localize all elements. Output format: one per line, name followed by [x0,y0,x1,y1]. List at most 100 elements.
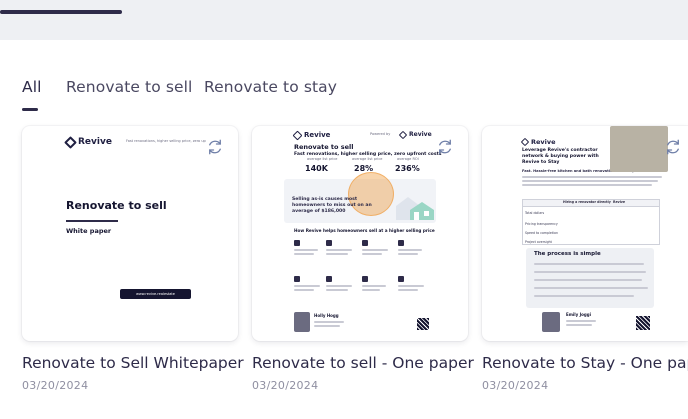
table-row: Pricing transparency [523,220,659,229]
comparison-table: Hiring a renovator directly Revive Total… [522,199,660,245]
feature-icon [326,240,332,246]
table-header-cell: Revive [613,200,626,204]
feature-text-line [362,253,382,255]
feature-text-line [294,253,314,255]
refresh-icon[interactable] [206,138,224,156]
table-row: Total dollars [523,207,659,220]
card-date: 03/20/2024 [482,379,549,392]
process-step [534,263,644,265]
stat-label-2: average list price [352,157,383,161]
feature-text-line [326,289,348,291]
refresh-icon[interactable] [664,138,682,156]
feature-icon [294,276,300,282]
qr-code [417,318,429,330]
table-row: Speed to completion [523,229,659,238]
process-title: The process is simple [534,251,601,257]
table-row-label: Pricing transparency [525,222,558,226]
feature-text-line [326,253,348,255]
stat-value-1: 140K [305,164,328,173]
feature-text-line [294,289,314,291]
process-step [534,287,648,289]
feature-icon [362,276,368,282]
tab-all[interactable]: All [22,78,42,96]
revive-logo-icon [292,130,303,140]
process-box [526,248,654,308]
feature-icon [294,240,300,246]
doc-divider [66,220,118,222]
powered-by-label: Powered by [370,132,391,136]
refresh-icon[interactable] [436,138,454,156]
tab-renovate-to-stay[interactable]: Renovate to stay [204,78,337,96]
card-date: 03/20/2024 [22,379,89,392]
kitchen-photo [610,126,668,172]
house-illustration [396,197,434,220]
brand-logo: Revive [520,137,556,147]
feature-text-line [362,249,388,251]
card-date: 03/20/2024 [252,379,319,392]
document-preview: Revive Fast renovations, higher selling … [22,126,238,341]
doc-text-line [522,180,658,182]
feature-icon [326,276,332,282]
feature-text-line [294,249,318,251]
document-preview: Revive Leverage Revive's contractor netw… [482,126,688,341]
feature-text-line [398,253,418,255]
card-renovate-to-sell-one-paper[interactable]: Revive Powered by Revive Renovate to sel… [252,126,468,341]
brand-logo: Revive [64,135,112,149]
stat-value-3: 236% [395,164,420,173]
agent-name: Emily Joggi [566,312,591,317]
doc-callout: Selling as-is causes most homeowners to … [292,197,372,214]
feature-text-line [326,249,352,251]
card-title[interactable]: Renovate to sell - One paper [252,354,474,372]
feature-text-line [398,285,424,287]
doc-text-line [522,184,652,186]
feature-text-line [398,289,418,291]
document-preview: Revive Powered by Revive Renovate to sel… [252,126,468,341]
table-header-cell [523,200,563,206]
table-row-label: Project oversight [525,240,552,244]
process-step [534,295,634,297]
card-renovate-to-sell-whitepaper[interactable]: Revive Fast renovations, higher selling … [22,126,238,341]
stat-label-1: average list price [307,157,338,161]
feature-text-line [326,285,352,287]
doc-section-heading: How Revive helps homeowners sell at a hi… [294,228,435,233]
top-bar-indicator [0,10,122,14]
card-title[interactable]: Renovate to Stay - One paper [482,354,688,372]
qr-code [636,316,650,330]
feature-text-line [294,285,320,287]
doc-subheading: White paper [66,227,112,235]
brand-logo: Revive [292,130,330,140]
agent-name: Holly Hogg [314,313,339,318]
feature-icon [362,240,368,246]
partner-brand-name: Revive [409,131,432,138]
revive-logo-icon [64,135,77,149]
card-renovate-to-stay-one-paper[interactable]: Revive Leverage Revive's contractor netw… [482,126,688,341]
table-row: Project oversight [523,238,659,247]
agent-avatar [294,312,310,332]
top-bar [0,0,688,40]
agent-detail-line [314,321,344,323]
agent-avatar [542,312,560,332]
doc-heading: Renovate to sell [66,199,167,212]
process-step [534,279,642,281]
brand-name: Revive [531,138,556,146]
doc-heading: Renovate to sell [294,143,354,151]
feature-icon [398,276,404,282]
revive-logo-icon [520,137,530,147]
active-tab-underline [22,108,38,111]
feature-text-line [362,289,380,291]
feature-text-line [362,285,386,287]
feature-icon [398,240,404,246]
table-row-label: Total dollars [525,211,545,215]
feature-text-line [398,249,422,251]
card-title[interactable]: Renovate to Sell Whitepaper [22,354,244,372]
partner-logo: Revive [398,130,432,139]
stat-label-3: average ROI [397,157,419,161]
agent-detail-line [566,324,592,326]
table-row-label: Speed to completion [525,231,559,235]
tab-renovate-to-sell[interactable]: Renovate to sell [66,78,192,96]
brand-name: Revive [78,137,112,147]
doc-text-line [522,176,662,178]
filter-tabs: All Renovate to sell Renovate to stay [0,72,688,112]
process-step [534,271,646,273]
revive-logo-icon [398,130,408,139]
